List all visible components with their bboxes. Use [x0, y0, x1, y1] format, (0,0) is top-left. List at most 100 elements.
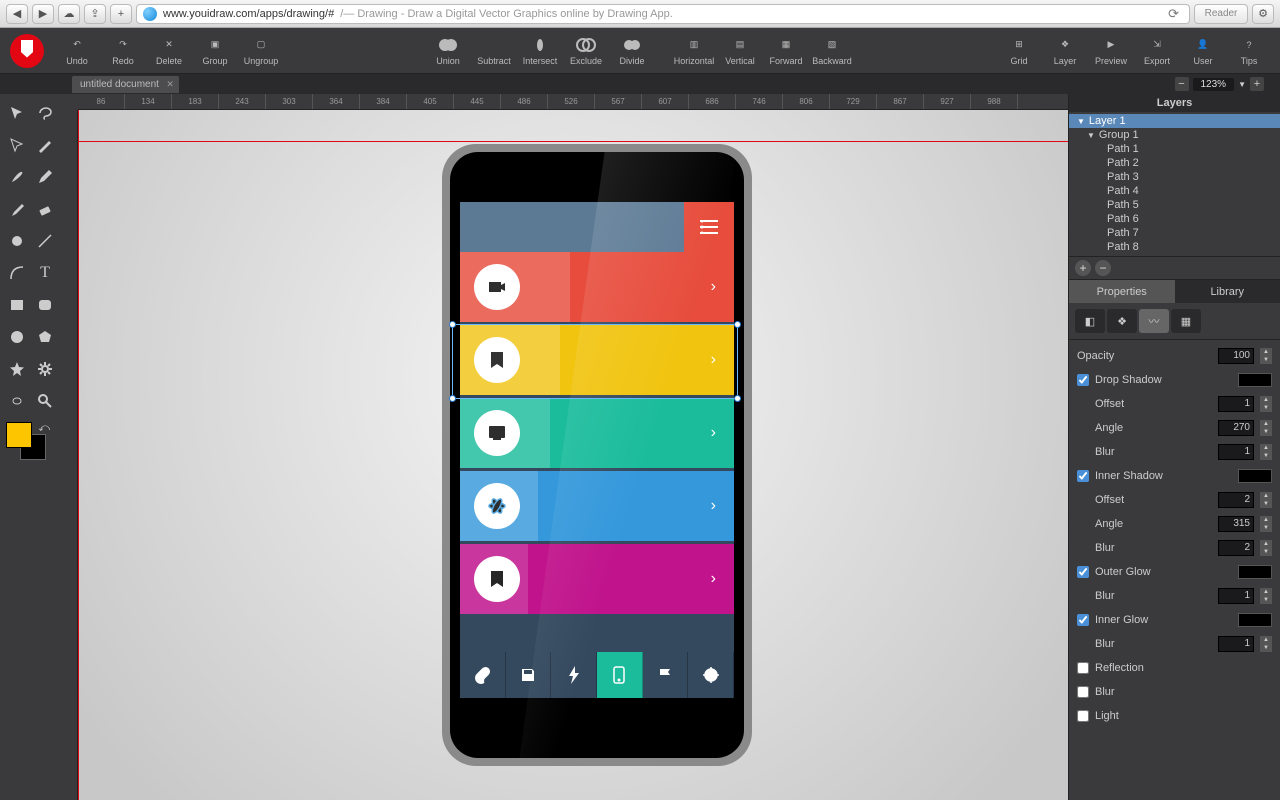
fill-swatch[interactable]: [6, 422, 32, 448]
layers-tab-icon[interactable]: ❖: [1107, 309, 1137, 333]
swap-colors-icon[interactable]: ⤺: [38, 422, 50, 435]
grid-button[interactable]: ⊞Grid: [998, 29, 1040, 73]
tab-library[interactable]: Library: [1175, 280, 1280, 303]
light-checkbox[interactable]: [1077, 710, 1089, 722]
line-tool[interactable]: [32, 226, 58, 256]
forward-button[interactable]: ▶: [32, 4, 54, 24]
zoom-tool[interactable]: [32, 386, 58, 416]
info-tab-icon[interactable]: ▦: [1171, 309, 1201, 333]
layer-item[interactable]: Path 1: [1069, 142, 1280, 156]
layer-item[interactable]: Path 5: [1069, 198, 1280, 212]
undo-button[interactable]: ↶Undo: [56, 29, 98, 73]
layer-item[interactable]: Path 4: [1069, 184, 1280, 198]
select-tool[interactable]: [4, 98, 30, 128]
ds-offset-input[interactable]: 1: [1218, 396, 1254, 412]
outer-glow-color[interactable]: [1238, 565, 1272, 579]
canvas[interactable]: 8613418324330336438440544548652656760768…: [62, 94, 1068, 800]
zoom-out-button[interactable]: −: [1175, 77, 1189, 91]
forward-button[interactable]: ▦Forward: [765, 29, 807, 73]
opacity-input[interactable]: 100: [1218, 348, 1254, 364]
is-angle-input[interactable]: 315: [1218, 516, 1254, 532]
ellipse-tool[interactable]: [4, 322, 30, 352]
blob-tool[interactable]: [4, 386, 30, 416]
layer-tree[interactable]: ▼Layer 1 ▼Group 1 Path 1Path 2Path 3Path…: [1069, 112, 1280, 256]
layer-item[interactable]: ▼Layer 1: [1069, 114, 1280, 128]
layer-item[interactable]: ▼Group 1: [1069, 128, 1280, 142]
layer-button[interactable]: ❖Layer: [1044, 29, 1086, 73]
export-button[interactable]: ⇲Export: [1136, 29, 1178, 73]
zoom-dropdown-icon[interactable]: ▼: [1238, 80, 1246, 89]
reader-button[interactable]: Reader: [1194, 4, 1248, 24]
lasso-tool[interactable]: [32, 98, 58, 128]
user-button[interactable]: 👤User: [1182, 29, 1224, 73]
exclude-button[interactable]: Exclude: [565, 29, 607, 73]
inner-shadow-color[interactable]: [1238, 469, 1272, 483]
color-swatches[interactable]: ⤺: [4, 422, 58, 456]
drop-shadow-color[interactable]: [1238, 373, 1272, 387]
delete-button[interactable]: ✕Delete: [148, 29, 190, 73]
preview-button[interactable]: ▶Preview: [1090, 29, 1132, 73]
divide-button[interactable]: Divide: [611, 29, 653, 73]
ungroup-button[interactable]: ▢Ungroup: [240, 29, 282, 73]
add-button[interactable]: +: [110, 4, 132, 24]
reflection-checkbox[interactable]: [1077, 662, 1089, 674]
layer-item[interactable]: Path 6: [1069, 212, 1280, 226]
effects-tab-icon[interactable]: 〰: [1139, 309, 1169, 333]
tab-properties[interactable]: Properties: [1069, 280, 1175, 303]
backward-button[interactable]: ▧Backward: [811, 29, 853, 73]
is-offset-input[interactable]: 2: [1218, 492, 1254, 508]
star-tool[interactable]: [4, 354, 30, 384]
gear-tool[interactable]: [32, 354, 58, 384]
redo-button[interactable]: ↷Redo: [102, 29, 144, 73]
brush-tool[interactable]: [4, 162, 30, 192]
group-button[interactable]: ▣Group: [194, 29, 236, 73]
og-blur-input[interactable]: 1: [1218, 588, 1254, 604]
layer-item[interactable]: Path 8: [1069, 240, 1280, 254]
union-button[interactable]: Union: [427, 29, 469, 73]
layer-item[interactable]: Path 7: [1069, 226, 1280, 240]
close-tab-icon[interactable]: ✕: [166, 79, 174, 90]
ds-blur-input[interactable]: 1: [1218, 444, 1254, 460]
eyedropper-tool[interactable]: [4, 194, 30, 224]
align-horizontal-button[interactable]: ▥Horizontal: [673, 29, 715, 73]
inner-glow-checkbox[interactable]: [1077, 614, 1089, 626]
rounded-rect-tool[interactable]: [32, 290, 58, 320]
polygon-tool[interactable]: [32, 322, 58, 352]
settings-button[interactable]: ⚙: [1252, 4, 1274, 24]
reload-icon[interactable]: ⟳: [1164, 6, 1183, 22]
blur-checkbox[interactable]: [1077, 686, 1089, 698]
fill-tab-icon[interactable]: ◧: [1075, 309, 1105, 333]
spinner-buttons[interactable]: ▲▼: [1260, 348, 1272, 364]
inner-glow-color[interactable]: [1238, 613, 1272, 627]
fill-tool[interactable]: [4, 226, 30, 256]
pencil-tool[interactable]: [32, 162, 58, 192]
intersect-button[interactable]: Intersect: [519, 29, 561, 73]
share-button[interactable]: ⇪: [84, 4, 106, 24]
layer-item[interactable]: Path 3: [1069, 170, 1280, 184]
remove-layer-button[interactable]: −: [1095, 260, 1111, 276]
align-vertical-button[interactable]: ▤Vertical: [719, 29, 761, 73]
icloud-button[interactable]: ☁: [58, 4, 80, 24]
app-logo[interactable]: [10, 34, 44, 68]
text-tool[interactable]: T: [32, 258, 58, 288]
outer-glow-checkbox[interactable]: [1077, 566, 1089, 578]
ig-blur-input[interactable]: 1: [1218, 636, 1254, 652]
curve-tool[interactable]: [4, 258, 30, 288]
direct-select-tool[interactable]: [4, 130, 30, 160]
drop-shadow-checkbox[interactable]: [1077, 374, 1089, 386]
is-blur-input[interactable]: 2: [1218, 540, 1254, 556]
eraser-tool[interactable]: [32, 194, 58, 224]
inner-shadow-checkbox[interactable]: [1077, 470, 1089, 482]
tips-button[interactable]: ?Tips: [1228, 29, 1270, 73]
add-layer-button[interactable]: +: [1075, 260, 1091, 276]
document-tab[interactable]: untitled document✕: [72, 76, 179, 93]
pen-tool[interactable]: [32, 130, 58, 160]
layer-item[interactable]: Path 2: [1069, 156, 1280, 170]
url-field[interactable]: www.youidraw.com/apps/drawing/# /— Drawi…: [136, 4, 1190, 24]
rectangle-tool[interactable]: [4, 290, 30, 320]
zoom-in-button[interactable]: +: [1250, 77, 1264, 91]
zoom-value[interactable]: 123%: [1193, 78, 1235, 91]
back-button[interactable]: ◀: [6, 4, 28, 24]
subtract-button[interactable]: Subtract: [473, 29, 515, 73]
ds-angle-input[interactable]: 270: [1218, 420, 1254, 436]
